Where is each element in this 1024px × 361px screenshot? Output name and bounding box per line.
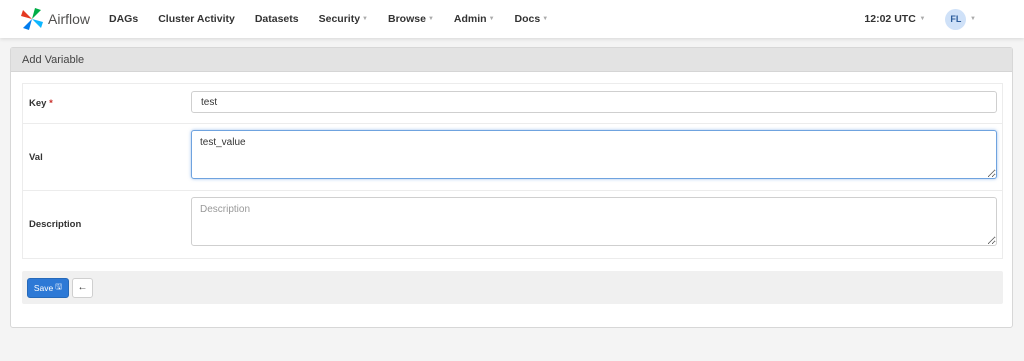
navbar: Airflow DAGs Cluster Activity Datasets S… (0, 0, 1024, 38)
description-label: Description (29, 219, 82, 230)
user-menu[interactable]: FL ▼ (945, 8, 976, 30)
nav-security[interactable]: Security ▼ (319, 13, 368, 25)
caret-down-icon: ▼ (968, 16, 976, 22)
caret-down-icon: ▼ (362, 16, 368, 22)
caret-down-icon: ▼ (488, 16, 495, 22)
caret-down-icon: ▼ (917, 16, 926, 22)
panel-title: Add Variable (11, 48, 1012, 72)
description-textarea[interactable] (191, 197, 997, 246)
key-label: Key * (29, 98, 53, 109)
airflow-logo-icon (21, 8, 43, 30)
main-menu: DAGs Cluster Activity Datasets Security ▼… (109, 13, 568, 25)
nav-admin[interactable]: Admin ▼ (454, 13, 495, 25)
nav-browse[interactable]: Browse ▼ (388, 13, 434, 25)
caret-down-icon: ▼ (427, 16, 434, 22)
back-button[interactable]: ← (72, 277, 93, 298)
form-row-val: Val test_value (23, 124, 1002, 191)
form-row-description: Description (23, 191, 1002, 258)
caret-down-icon: ▼ (542, 16, 549, 22)
variable-form: Key * Val test_value Description (22, 83, 1003, 259)
floppy-disk-icon: 🖫 (55, 281, 63, 291)
nav-datasets[interactable]: Datasets (255, 13, 299, 25)
form-actions: Save 🖫 ← (22, 271, 1003, 304)
val-textarea[interactable]: test_value (191, 130, 997, 179)
nav-cluster-activity[interactable]: Cluster Activity (158, 13, 235, 25)
avatar: FL (945, 8, 967, 30)
add-variable-panel: Add Variable Key * Val test_value Descri… (10, 47, 1013, 328)
val-label: Val (29, 151, 43, 163)
form-row-key: Key * (23, 84, 1002, 124)
brand-link[interactable]: Airflow (20, 7, 104, 31)
brand-name: Airflow (48, 11, 91, 27)
nav-docs[interactable]: Docs ▼ (515, 13, 549, 25)
nav-dags[interactable]: DAGs (109, 13, 138, 25)
arrow-left-icon: ← (77, 282, 88, 293)
navbar-right: 12:02 UTC ▼ FL ▼ (864, 0, 1024, 38)
timezone-dropdown[interactable]: 12:02 UTC ▼ (864, 13, 925, 25)
key-input[interactable] (191, 91, 997, 113)
save-button[interactable]: Save 🖫 (27, 277, 69, 298)
required-mark: * (49, 98, 53, 109)
